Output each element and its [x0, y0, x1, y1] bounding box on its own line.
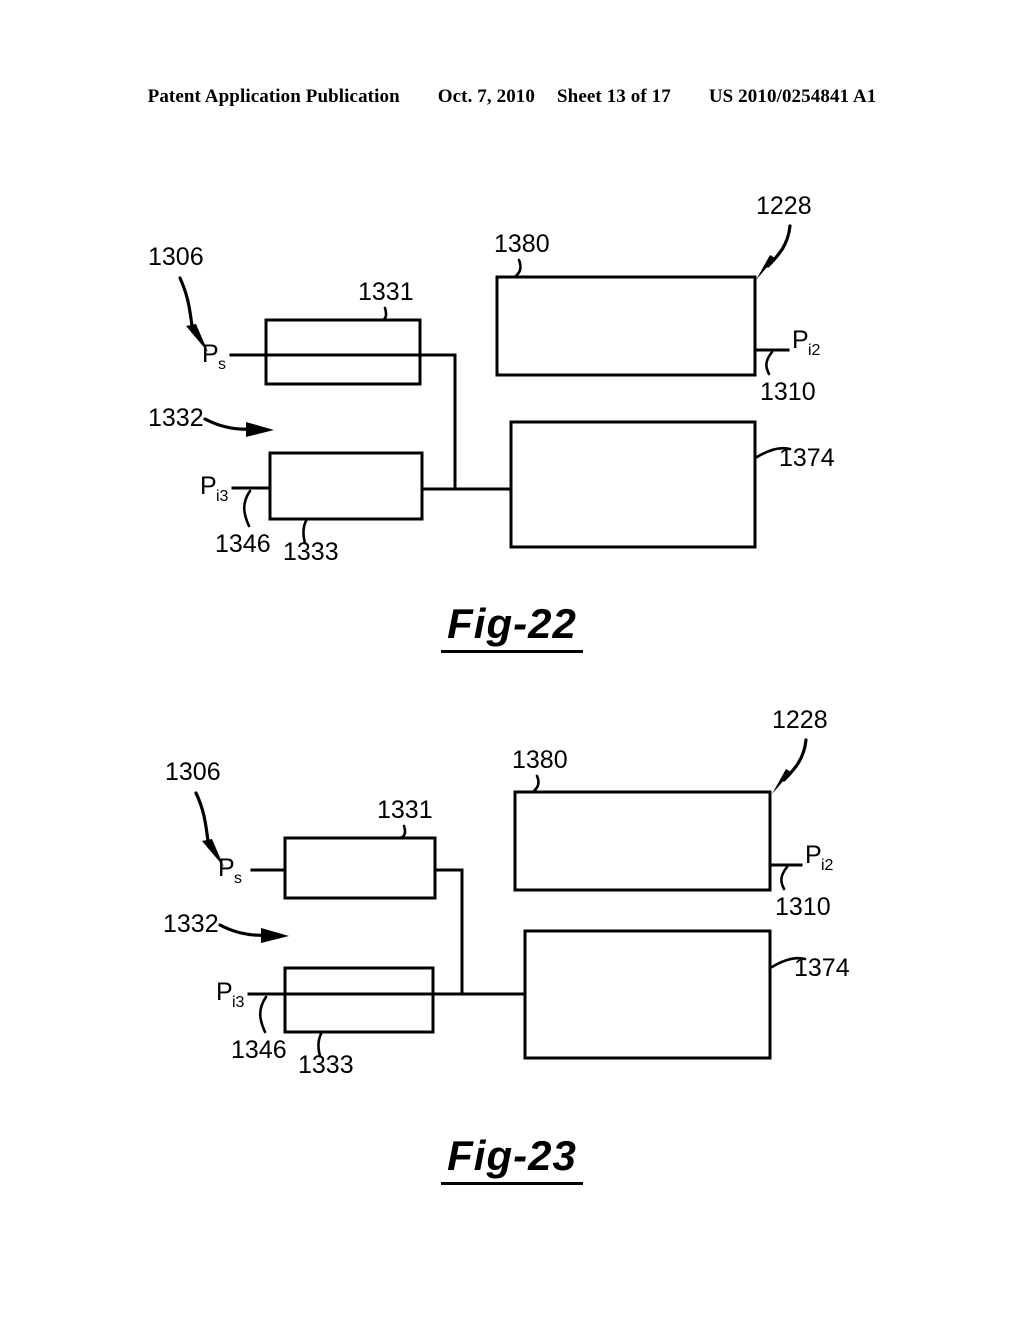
block-1333 — [268, 451, 424, 521]
callout-arrow-1332 — [203, 417, 254, 431]
figure-23-caption: Fig-23 — [441, 1132, 583, 1185]
ref-label-1346: 1346 — [231, 1036, 287, 1064]
ref-label-1332: 1332 — [163, 910, 219, 938]
ref-label-1333: 1333 — [298, 1051, 354, 1079]
header-patent-number: US 2010/0254841 A1 — [708, 86, 877, 107]
block-1331 — [264, 318, 422, 386]
block-1331 — [283, 836, 437, 900]
ref-label-1346: 1346 — [215, 530, 271, 558]
callout-arrowhead-1228 — [772, 769, 791, 794]
leader-1310 — [765, 350, 774, 376]
ref-label-1380: 1380 — [494, 230, 550, 258]
leader-1346 — [242, 489, 252, 528]
figure-23-caption-wrap: Fig-23 — [0, 1132, 1024, 1185]
ref-label-1374: 1374 — [779, 444, 835, 472]
leader-1310 — [780, 865, 789, 891]
ref-label-1374: 1374 — [794, 954, 850, 982]
leader-1380 — [513, 258, 522, 279]
signal-label-ps: P — [202, 340, 219, 368]
ref-label-1306: 1306 — [165, 758, 221, 786]
header-sheet-number: Sheet 13 of 17 — [557, 86, 671, 107]
ref-label-1306: 1306 — [148, 243, 204, 271]
signal-sub-ps: s — [234, 870, 242, 887]
signal-label-ps: P — [218, 854, 235, 882]
signal-sub-pi3: i3 — [216, 488, 229, 505]
signal-label-pi3: P — [200, 472, 217, 500]
ref-label-1331: 1331 — [377, 796, 433, 824]
figure-22-caption-wrap: Fig-22 — [0, 600, 1024, 653]
ref-label-1310: 1310 — [775, 893, 831, 921]
signal-sub-ps: s — [218, 356, 226, 373]
page-header: Patent Application Publication Oct. 7, 2… — [0, 86, 1024, 108]
figure-22-drawing: 1306 1331 P s 1380 1228 P i2 1310 1332 1… — [148, 192, 835, 566]
block-1380 — [513, 790, 772, 892]
leader-1380 — [531, 774, 540, 794]
signal-label-pi3: P — [216, 978, 233, 1006]
block-1380 — [495, 275, 757, 377]
figure-23-drawing: 1306 1331 P s 1380 1228 P i2 1310 1332 1… — [163, 706, 850, 1079]
ref-label-1380: 1380 — [512, 746, 568, 774]
signal-label-pi2: P — [805, 841, 822, 869]
callout-arrow-1306 — [178, 276, 195, 334]
header-publication-title: Patent Application Publication — [147, 86, 400, 107]
ref-label-1333: 1333 — [283, 538, 339, 566]
callout-arrowhead-1332 — [246, 422, 274, 437]
ref-label-1332: 1332 — [148, 404, 204, 432]
header-publication-date: Oct. 7, 2010 — [437, 86, 536, 107]
leader-1331 — [379, 306, 388, 322]
ref-label-1228: 1228 — [756, 192, 812, 220]
callout-arrowhead-1332 — [261, 928, 289, 943]
signal-sub-pi2: i2 — [821, 857, 834, 874]
callout-arrow-1332 — [218, 923, 269, 937]
block-1374 — [509, 420, 757, 549]
ref-label-1310: 1310 — [760, 378, 816, 406]
block-1333 — [283, 966, 435, 1034]
wire-1331-drop — [433, 868, 464, 996]
callout-arrow-1306 — [194, 791, 211, 849]
leader-1331 — [398, 824, 407, 840]
figure-22-caption: Fig-22 — [441, 600, 583, 653]
ref-label-1331: 1331 — [358, 278, 414, 306]
leader-1346 — [258, 995, 268, 1034]
ref-label-1228: 1228 — [772, 706, 828, 734]
signal-label-pi2: P — [792, 326, 809, 354]
block-1374 — [523, 929, 772, 1060]
signal-sub-pi2: i2 — [808, 342, 821, 359]
callout-arrowhead-1228 — [756, 255, 775, 280]
signal-sub-pi3: i3 — [232, 994, 245, 1011]
